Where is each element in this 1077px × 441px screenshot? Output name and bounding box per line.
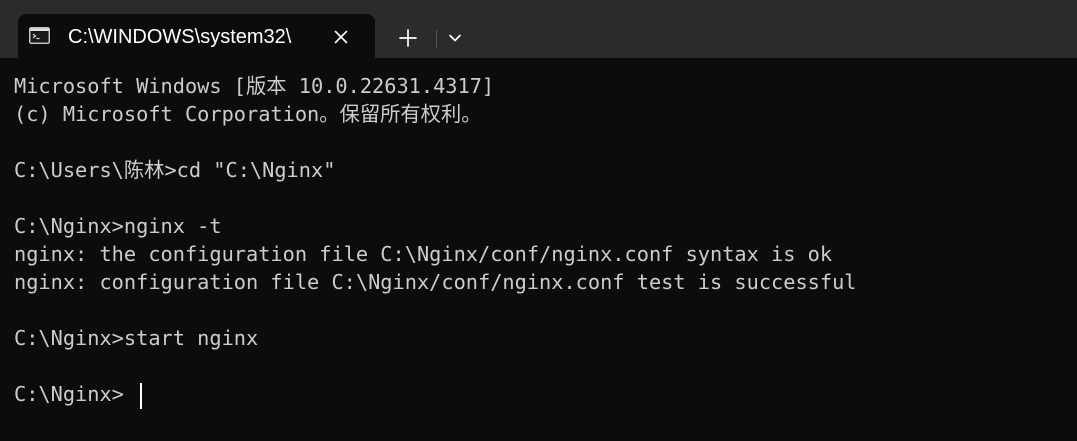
prompt-line[interactable]: C:\Nginx>: [14, 380, 124, 408]
command-line: C:\Users\陈林>cd "C:\Nginx": [14, 158, 336, 182]
output-line: nginx: the configuration file C:\Nginx/c…: [14, 242, 833, 266]
output-line: nginx: configuration file C:\Nginx/conf/…: [14, 270, 857, 294]
plus-icon[interactable]: [392, 22, 424, 54]
title-bar: C:\WINDOWS\system32\: [0, 0, 1077, 60]
tab-title: C:\WINDOWS\system32\: [68, 26, 292, 48]
chevron-down-icon[interactable]: [441, 24, 469, 52]
close-icon[interactable]: [331, 27, 351, 47]
tab-cmd[interactable]: C:\WINDOWS\system32\: [18, 14, 375, 60]
text-cursor: [140, 383, 142, 409]
command-line: C:\Nginx>nginx -t: [14, 214, 222, 238]
terminal-window: C:\WINDOWS\system32\ Microsoft Windows […: [0, 0, 1077, 441]
output-line: (c) Microsoft Corporation。保留所有权利。: [14, 102, 482, 126]
tab-divider: [436, 30, 437, 48]
terminal-icon: [29, 27, 50, 44]
command-line: C:\Nginx>start nginx: [14, 326, 259, 350]
output-line: Microsoft Windows [版本 10.0.22631.4317]: [14, 74, 495, 98]
